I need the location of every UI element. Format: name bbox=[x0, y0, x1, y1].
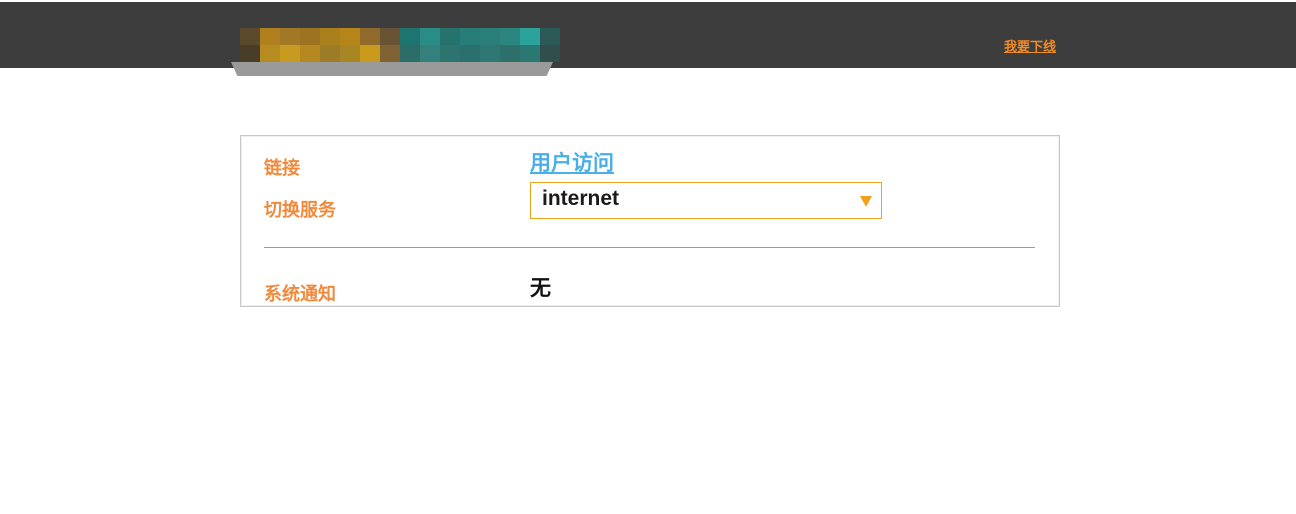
logo-mosaic-cell bbox=[480, 28, 500, 45]
logo-mosaic-cell bbox=[420, 28, 440, 45]
link-label: 链接 bbox=[264, 158, 300, 179]
logo-mosaic-cell bbox=[460, 28, 480, 45]
logo-mosaic-cell bbox=[520, 28, 540, 45]
logo-mosaic-cell bbox=[460, 45, 480, 62]
logo-mosaic-cell bbox=[540, 45, 560, 62]
service-select-value: internet bbox=[542, 187, 620, 210]
logo-mosaic-cell bbox=[380, 45, 400, 62]
logo-mosaic-cell bbox=[420, 45, 440, 62]
logo-mosaic-cell bbox=[540, 28, 560, 45]
logo-mosaic-cell bbox=[280, 45, 300, 62]
logo-mosaic-cell bbox=[240, 45, 260, 62]
logo-mosaic bbox=[240, 28, 560, 62]
logo-mosaic-cell bbox=[400, 28, 420, 45]
logo-mosaic-cell bbox=[300, 45, 320, 62]
dropdown-arrow-icon bbox=[860, 196, 872, 207]
info-panel: 链接 用户访问 切换服务 internet 系统通知 无 bbox=[240, 135, 1060, 307]
logo-mosaic-cell bbox=[440, 45, 460, 62]
logo-mosaic-cell bbox=[440, 28, 460, 45]
logo-mosaic-cell bbox=[280, 28, 300, 45]
logo-mosaic-cell bbox=[320, 45, 340, 62]
logo-mosaic-cell bbox=[320, 28, 340, 45]
logo-mosaic-cell bbox=[380, 28, 400, 45]
logo-mosaic-cell bbox=[520, 45, 540, 62]
user-access-link[interactable]: 用户访问 bbox=[530, 147, 614, 177]
logo-mosaic-cell bbox=[500, 28, 520, 45]
logo-mosaic-cell bbox=[340, 45, 360, 62]
top-bar: 我要下线 bbox=[0, 2, 1296, 76]
service-select[interactable]: internet bbox=[530, 182, 882, 219]
divider bbox=[264, 247, 1035, 248]
logo-mosaic-cell bbox=[240, 28, 260, 45]
system-notice-label: 系统通知 bbox=[264, 284, 336, 305]
logo-tab-shape bbox=[231, 62, 553, 76]
logout-link[interactable]: 我要下线 bbox=[1004, 36, 1056, 55]
logo-mosaic-cell bbox=[400, 45, 420, 62]
logo bbox=[231, 28, 560, 77]
logo-mosaic-cell bbox=[300, 28, 320, 45]
logo-mosaic-cell bbox=[480, 45, 500, 62]
logo-mosaic-cell bbox=[360, 45, 380, 62]
logo-mosaic-cell bbox=[260, 45, 280, 62]
logo-mosaic-cell bbox=[260, 28, 280, 45]
system-notice-value: 无 bbox=[530, 276, 551, 300]
switch-service-label: 切换服务 bbox=[264, 200, 336, 221]
logo-mosaic-cell bbox=[360, 28, 380, 45]
logo-mosaic-cell bbox=[340, 28, 360, 45]
logo-mosaic-cell bbox=[500, 45, 520, 62]
